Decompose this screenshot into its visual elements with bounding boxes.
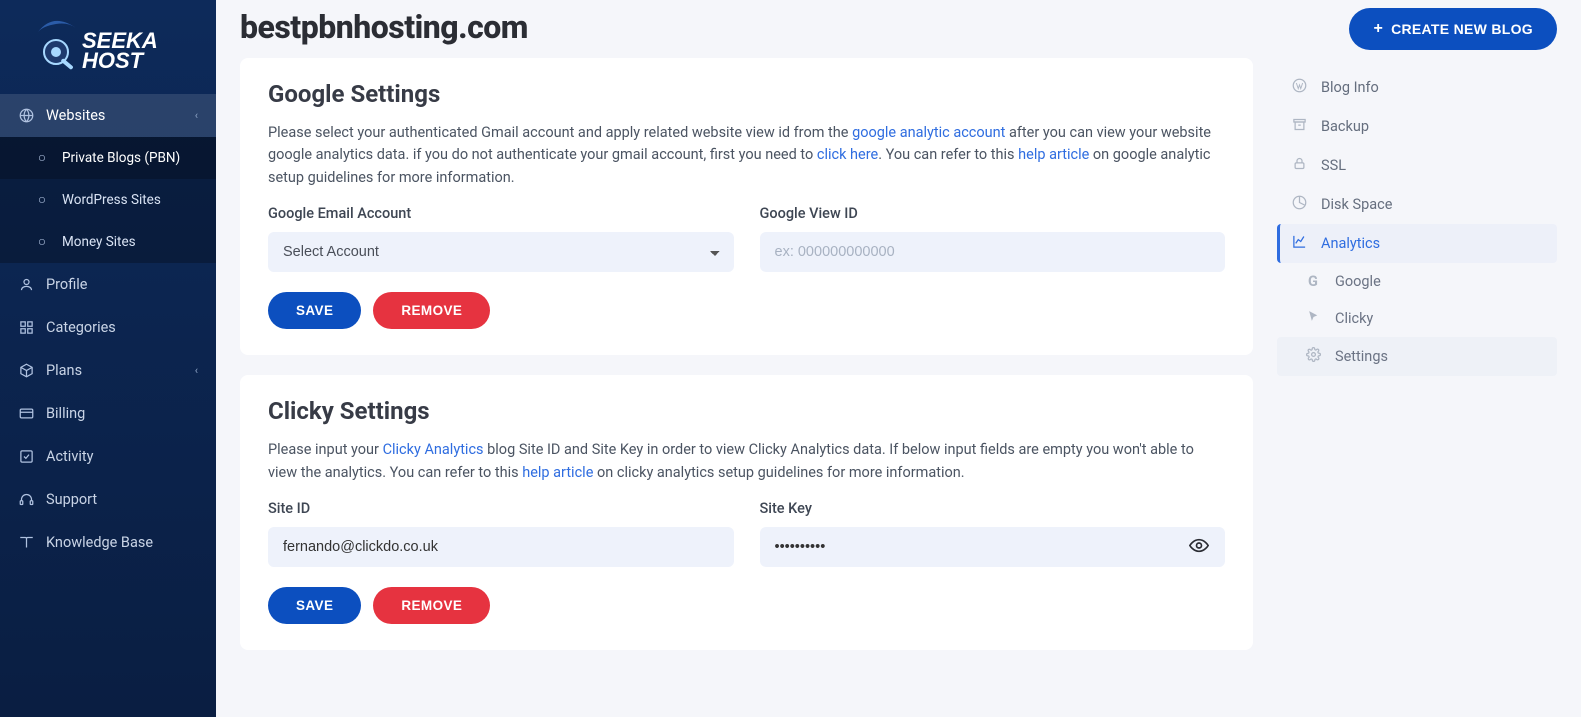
lock-icon (1291, 156, 1307, 175)
globe-icon (18, 108, 34, 123)
header-row: bestpbnhosting.com (240, 6, 1253, 58)
rn-item-ssl[interactable]: SSL (1277, 146, 1557, 185)
google-icon: G (1305, 273, 1321, 290)
circle-icon: ○ (34, 234, 50, 250)
help-article-link[interactable]: help article (522, 464, 593, 481)
sidebar-sub: ○ Private Blogs (PBN) ○ WordPress Sites … (0, 137, 216, 263)
google-email-account-select[interactable]: Select Account (268, 232, 734, 272)
site-id-label: Site ID (268, 500, 734, 517)
card-description: Please select your authenticated Gmail a… (268, 122, 1225, 189)
rn-item-analytics[interactable]: Analytics (1277, 224, 1557, 263)
rn-item-label: Clicky (1335, 310, 1373, 327)
sidebar-item-label: Billing (46, 405, 85, 422)
google-settings-card: Google Settings Please select your authe… (240, 58, 1253, 355)
site-key-label: Site Key (760, 500, 1226, 517)
sidebar-item-label: Activity (46, 448, 93, 465)
clicky-settings-card: Clicky Settings Please input your Clicky… (240, 375, 1253, 650)
sidebar-item-websites[interactable]: Websites ‹ (0, 94, 216, 137)
sidebar-item-private-blogs[interactable]: ○ Private Blogs (PBN) (0, 137, 216, 179)
chevron-left-icon: ‹ (195, 364, 198, 377)
archive-icon (1291, 117, 1307, 136)
logo[interactable]: SEEKA HOST (0, 0, 216, 94)
rn-item-label: Disk Space (1321, 196, 1392, 213)
page-title: bestpbnhosting.com (240, 8, 528, 46)
sidebar-item-knowledge-base[interactable]: Knowledge Base (0, 521, 216, 564)
rn-item-label: Backup (1321, 118, 1369, 135)
right-nav: Blog Info Backup SSL Disk Space (1277, 62, 1557, 376)
grid-icon (18, 320, 34, 335)
plus-icon: + (1373, 20, 1383, 38)
toggle-visibility-button[interactable] (1185, 532, 1213, 563)
sidebar-item-billing[interactable]: Billing (0, 392, 216, 435)
sidebar-item-activity[interactable]: Activity (0, 435, 216, 478)
save-button[interactable]: SAVE (268, 292, 361, 329)
book-icon (18, 535, 34, 550)
rn-item-label: Blog Info (1321, 79, 1379, 96)
google-view-id-label: Google View ID (760, 205, 1226, 222)
site-key-input[interactable] (760, 527, 1226, 567)
google-email-label: Google Email Account (268, 205, 734, 222)
site-id-input[interactable] (268, 527, 734, 567)
circle-icon: ○ (34, 150, 50, 166)
sidebar-item-label: Websites (46, 107, 105, 124)
google-analytic-account-link[interactable]: google analytic account (852, 124, 1005, 141)
rn-item-settings[interactable]: Settings (1277, 337, 1557, 376)
card-icon (18, 406, 34, 421)
sidebar: SEEKA HOST Websites ‹ ○ Private Blogs (P… (0, 0, 216, 717)
content-column: bestpbnhosting.com Google Settings Pleas… (240, 6, 1253, 670)
rn-item-label: SSL (1321, 157, 1346, 174)
create-new-blog-button[interactable]: + CREATE NEW BLOG (1349, 8, 1557, 50)
rn-item-backup[interactable]: Backup (1277, 107, 1557, 146)
circle-icon: ○ (34, 192, 50, 208)
rn-item-label: Settings (1335, 348, 1388, 365)
cursor-icon (1305, 310, 1321, 327)
sidebar-item-money-sites[interactable]: ○ Money Sites (0, 221, 216, 263)
check-icon (18, 449, 34, 464)
wordpress-icon (1291, 78, 1307, 97)
save-button[interactable]: SAVE (268, 587, 361, 624)
sidebar-item-label: Plans (46, 362, 82, 379)
sidebar-item-plans[interactable]: Plans ‹ (0, 349, 216, 392)
sidebar-item-label: Profile (46, 276, 87, 293)
sidebar-item-label: Knowledge Base (46, 534, 153, 551)
sidebar-item-label: WordPress Sites (62, 192, 161, 208)
sidebar-item-wordpress-sites[interactable]: ○ WordPress Sites (0, 179, 216, 221)
clicky-analytics-link[interactable]: Clicky Analytics (383, 441, 484, 458)
pie-chart-icon (1291, 195, 1307, 214)
card-description: Please input your Clicky Analytics blog … (268, 439, 1225, 484)
card-title: Google Settings (268, 80, 1225, 108)
google-view-id-input[interactable] (760, 232, 1226, 272)
rn-item-disk-space[interactable]: Disk Space (1277, 185, 1557, 224)
box-icon (18, 363, 34, 378)
svg-text:HOST: HOST (82, 48, 145, 73)
help-article-link[interactable]: help article (1018, 146, 1089, 163)
sidebar-item-categories[interactable]: Categories (0, 306, 216, 349)
sidebar-item-label: Private Blogs (PBN) (62, 150, 180, 166)
card-title: Clicky Settings (268, 397, 1225, 425)
sidebar-item-label: Categories (46, 319, 116, 336)
remove-button[interactable]: REMOVE (373, 587, 490, 624)
user-icon (18, 277, 34, 292)
rn-item-label: Analytics (1321, 235, 1380, 252)
rn-item-blog-info[interactable]: Blog Info (1277, 68, 1557, 107)
sidebar-item-profile[interactable]: Profile (0, 263, 216, 306)
sidebar-item-support[interactable]: Support (0, 478, 216, 521)
remove-button[interactable]: REMOVE (373, 292, 490, 329)
sidebar-item-label: Money Sites (62, 234, 136, 250)
eye-icon (1189, 544, 1209, 559)
rn-item-google[interactable]: G Google (1277, 263, 1557, 300)
chevron-left-icon: ‹ (195, 109, 198, 122)
chart-icon (1291, 234, 1307, 253)
click-here-link[interactable]: click here (817, 146, 878, 163)
gear-icon (1305, 347, 1321, 366)
rn-item-clicky[interactable]: Clicky (1277, 300, 1557, 337)
rn-item-label: Google (1335, 273, 1381, 290)
main: bestpbnhosting.com Google Settings Pleas… (216, 0, 1581, 717)
headphones-icon (18, 492, 34, 507)
sidebar-item-label: Support (46, 491, 97, 508)
